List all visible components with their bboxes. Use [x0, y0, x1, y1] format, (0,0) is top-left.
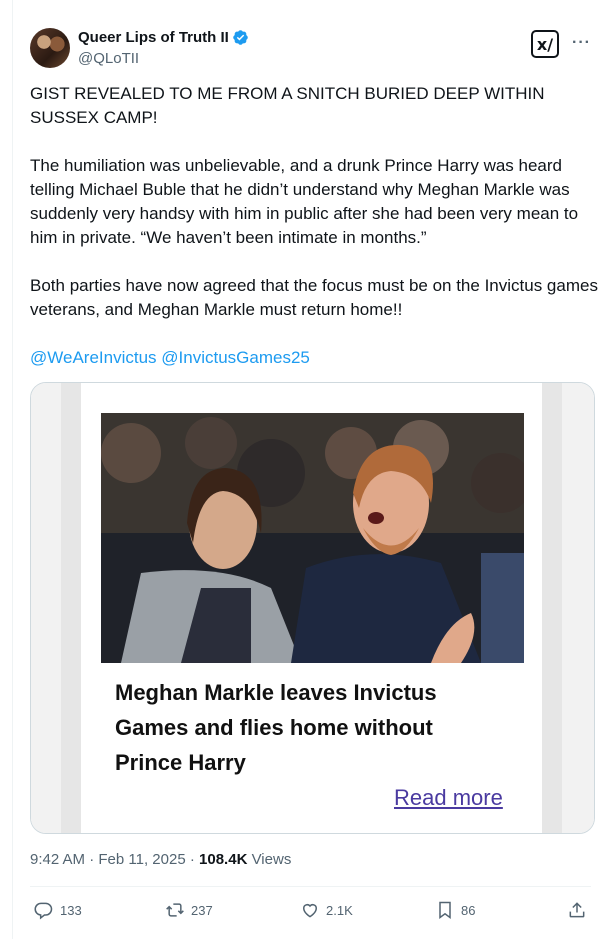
card-background-left — [31, 383, 81, 833]
tweet-paragraph: The humiliation was unbelievable, and a … — [30, 156, 579, 247]
like-button[interactable]: 2.1K — [300, 900, 353, 920]
author-display-name[interactable]: Queer Lips of Truth II — [78, 29, 229, 46]
share-icon — [569, 902, 585, 918]
tweet-mentions: @WeAreInvictus @InvictusGames25 — [30, 346, 600, 370]
actions-divider — [30, 886, 591, 887]
tweet-actions-bar: 133 237 2.1K 86 — [34, 900, 587, 924]
views-count: 108.4K — [199, 851, 248, 868]
read-more-link[interactable]: Read more — [394, 785, 503, 811]
heart-icon — [303, 904, 317, 918]
tweet-time[interactable]: 9:42 AM — [30, 851, 85, 868]
verified-badge-icon[interactable] — [232, 29, 249, 46]
tweet-metadata: 9:42 AM · Feb 11, 2025 · 108.4K Views — [30, 851, 291, 868]
tweet-paragraph: Both parties have now agreed that the fo… — [30, 276, 598, 319]
reply-count: 133 — [60, 902, 82, 918]
bookmark-count: 86 — [461, 902, 476, 918]
repost-button[interactable]: 237 — [165, 900, 213, 920]
author-name-row[interactable]: Queer Lips of Truth II — [78, 29, 249, 46]
tweet-paragraph: GIST REVEALED TO ME FROM A SNITCH BURIED… — [30, 84, 545, 127]
bookmark-button[interactable]: 86 — [435, 900, 475, 920]
share-button[interactable] — [567, 900, 587, 920]
grok-button[interactable]: x/ — [531, 30, 559, 58]
meta-separator: · — [89, 851, 95, 868]
avatar[interactable] — [30, 28, 70, 68]
card-background-right-stripe — [542, 383, 562, 833]
card-headline[interactable]: Meghan Markle leaves Invictus Games and … — [115, 675, 495, 780]
mention-link[interactable]: @WeAreInvictus — [30, 348, 157, 367]
reply-icon — [34, 902, 53, 920]
bookmark-icon — [439, 901, 451, 919]
tweet-header: Queer Lips of Truth II @QLoTII x/ ··· — [30, 26, 591, 70]
meta-separator: · — [189, 851, 195, 868]
repost-icon — [166, 903, 184, 917]
tweet-text: GIST REVEALED TO ME FROM A SNITCH BURIED… — [30, 82, 600, 394]
mention-link[interactable]: @InvictusGames25 — [161, 348, 310, 367]
views-label: Views — [251, 851, 292, 868]
card-background-left-stripe — [61, 383, 81, 833]
card-photo[interactable] — [101, 413, 524, 663]
repost-count: 237 — [191, 902, 213, 918]
card-background-right — [542, 383, 594, 833]
author-handle[interactable]: @QLoTII — [78, 50, 139, 67]
reply-button[interactable]: 133 — [34, 900, 82, 920]
more-options-icon[interactable]: ··· — [572, 34, 591, 52]
timeline-left-border — [12, 0, 13, 939]
link-card[interactable]: Meghan Markle leaves Invictus Games and … — [30, 382, 595, 834]
like-count: 2.1K — [326, 902, 353, 918]
news-photo-image — [101, 413, 524, 663]
tweet-date[interactable]: Feb 11, 2025 — [98, 851, 185, 868]
